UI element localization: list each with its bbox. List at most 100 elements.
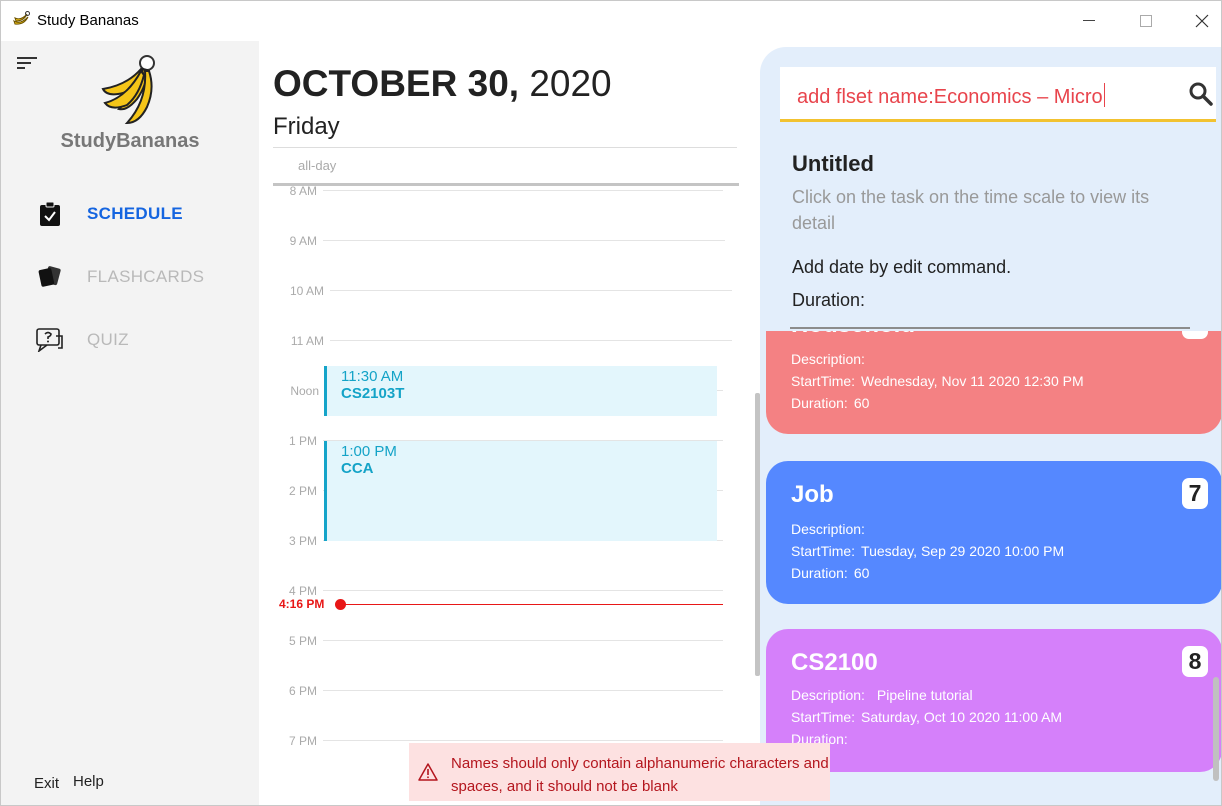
help-link[interactable]: Help — [73, 773, 104, 790]
banana-app-icon — [13, 11, 30, 25]
description-value: Pipeline tutorial — [876, 687, 973, 703]
description-label: Description: — [791, 351, 865, 367]
hour-line — [323, 740, 723, 741]
warning-icon — [418, 763, 438, 781]
task-title: CS2100 — [791, 649, 878, 676]
time-label: 7 PM — [288, 734, 317, 748]
task-description: Description: Pipeline tutorial — [791, 687, 973, 703]
description-label: Description: — [791, 521, 865, 537]
duration-value: 60 — [853, 395, 870, 411]
hour-line — [323, 190, 723, 191]
time-label: 9 AM — [289, 234, 317, 248]
time-label: 6 PM — [288, 684, 317, 698]
sidebar-item-label: QUIZ — [87, 330, 129, 349]
calendar-event[interactable]: 11:30 AM CS2103T — [324, 366, 717, 416]
date-month-day: OCTOBER 30, — [273, 63, 520, 104]
task-index: 8 — [1182, 646, 1208, 677]
start-time-value: Saturday, Oct 10 2020 11:00 AM — [861, 709, 1063, 725]
current-time-line — [343, 604, 723, 605]
hour-line — [323, 640, 723, 641]
cards-icon — [35, 263, 65, 291]
task-card[interactable]: CS2100 8 Description: Pipeline tutorial S… — [766, 629, 1221, 772]
day-calendar: OCTOBER 30, 2020 Friday all-day 8 AM 9 A… — [259, 49, 757, 801]
time-label: 5 PM — [288, 634, 317, 648]
hour-line — [323, 590, 723, 591]
sidebar-item-flashcards[interactable]: FLASHCARDS — [35, 261, 235, 293]
duration-label: Duration: — [791, 395, 848, 411]
exit-link[interactable]: Exit — [34, 775, 59, 792]
task-duration: Duration: 60 — [791, 395, 869, 411]
window-title: Study Bananas — [37, 12, 139, 29]
minimize-button[interactable] — [1066, 1, 1112, 41]
error-toast: Names should only contain alphanumeric c… — [409, 743, 830, 801]
all-day-label: all-day — [298, 158, 337, 173]
clipboard-check-icon — [35, 200, 65, 228]
task-start-time: StartTime: Wednesday, Nov 11 2020 12:30 P… — [791, 373, 1084, 389]
start-time-label: StartTime: — [791, 373, 856, 389]
hour-line — [330, 290, 732, 291]
sidebar-item-label: SCHEDULE — [87, 204, 183, 223]
calendar-event[interactable]: 1:00 PM CCA — [324, 441, 717, 541]
quiz-icon — [35, 326, 65, 354]
detail-date: Add date by edit command. — [792, 257, 1012, 277]
sidebar: StudyBananas SCHEDULE FLASHCARDS QUIZ Ex… — [1, 41, 259, 805]
task-title: Job — [791, 481, 834, 508]
time-label: 3 PM — [288, 534, 317, 548]
description-label: Description: — [791, 687, 865, 703]
time-label: 8 AM — [289, 184, 317, 198]
time-label: 11 AM — [290, 334, 324, 348]
sidebar-item-label: FLASHCARDS — [87, 267, 205, 286]
time-label: 10 AM — [289, 284, 324, 298]
sidebar-item-schedule[interactable]: SCHEDULE — [35, 198, 235, 230]
right-panel: add flset name:Economics – Micro Househo… — [760, 47, 1221, 805]
brand-name: StudyBananas — [60, 130, 200, 152]
time-label: 4 PM — [288, 584, 317, 598]
hour-line — [323, 240, 725, 241]
task-start-time: StartTime: Tuesday, Sep 29 2020 10:00 PM — [791, 543, 1064, 559]
task-card[interactable]: Job 7 Description: StartTime: Tuesday, Se… — [766, 461, 1221, 604]
close-icon — [1195, 14, 1209, 28]
hour-line — [323, 690, 723, 691]
command-input-value: add flset name:Economics – Micro — [797, 86, 1103, 108]
start-time-value: Tuesday, Sep 29 2020 10:00 PM — [861, 543, 1065, 559]
start-time-value: Wednesday, Nov 11 2020 12:30 PM — [861, 373, 1084, 389]
maximize-button[interactable] — [1123, 1, 1169, 41]
detail-hint: Click on the task on the time scale to v… — [792, 187, 1150, 233]
app-window: Study Bananas StudyBananas SCHEDULE FLAS… — [0, 0, 1222, 806]
task-description: Description: — [791, 521, 871, 537]
start-time-label: StartTime: — [791, 709, 856, 725]
sidebar-item-quiz[interactable]: QUIZ — [35, 324, 235, 356]
maximize-icon — [1140, 15, 1152, 27]
event-time: 1:00 PM — [341, 443, 397, 460]
hour-line — [330, 340, 732, 341]
task-start-time: StartTime: Saturday, Oct 10 2020 11:00 AM — [791, 709, 1062, 725]
time-label: 1 PM — [288, 434, 317, 448]
date-heading: OCTOBER 30, 2020 — [273, 63, 612, 105]
command-input[interactable]: add flset name:Economics – Micro — [797, 83, 1105, 109]
detail-divider — [790, 327, 1190, 329]
duration-label: Duration: — [791, 565, 848, 581]
title-bar: Study Bananas — [1, 1, 1221, 41]
command-box[interactable]: add flset name:Economics – Micro — [780, 67, 1216, 122]
detail-duration: Duration: — [792, 290, 866, 310]
study-bananas-logo — [101, 55, 155, 125]
close-button[interactable] — [1179, 1, 1221, 41]
all-day-row[interactable]: all-day — [273, 147, 737, 185]
task-index: 7 — [1182, 478, 1208, 509]
search-icon[interactable] — [1188, 81, 1214, 107]
task-duration: Duration: 60 — [791, 565, 869, 581]
text-caret — [1103, 83, 1105, 107]
error-message: Names should only contain alphanumeric c… — [451, 755, 829, 795]
task-description: Description: — [791, 351, 871, 367]
date-year: 2020 — [529, 63, 612, 104]
task-list-scrollbar[interactable] — [1213, 677, 1219, 781]
time-label: 2 PM — [288, 484, 317, 498]
duration-value: 60 — [853, 565, 870, 581]
current-time-dot — [335, 599, 346, 610]
time-label: Noon — [290, 384, 319, 398]
detail-title: Untitled — [792, 151, 874, 176]
weekday-label: Friday — [273, 113, 340, 140]
hamburger-menu-icon[interactable] — [17, 56, 37, 70]
minimize-icon — [1083, 20, 1095, 21]
event-title: CS2103T — [341, 385, 405, 402]
